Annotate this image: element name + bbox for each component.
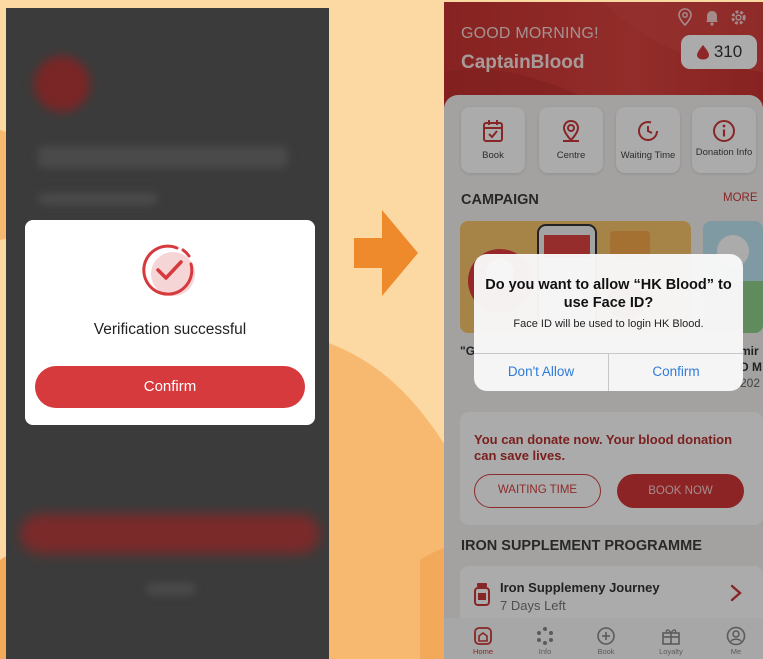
dont-allow-button[interactable]: Don't Allow [474, 353, 608, 391]
blurred-text [38, 193, 158, 205]
verification-message: Verification successful [93, 321, 247, 338]
arrow-right-icon [352, 210, 420, 301]
blurred-avatar [34, 56, 90, 112]
alert-confirm-button[interactable]: Confirm [609, 353, 743, 391]
face-id-permission-alert: Do you want to allow “HK Blood” to use F… [474, 254, 743, 391]
alert-title: Do you want to allow “HK Blood” to use F… [485, 277, 732, 311]
confirm-button[interactable]: Confirm [35, 366, 305, 408]
blurred-button [20, 514, 320, 554]
blurred-text [146, 583, 196, 595]
check-circle-icon [139, 240, 201, 302]
verification-dialog: Verification successful Confirm [25, 220, 315, 425]
alert-message: Face ID will be used to login HK Blood. [513, 318, 704, 330]
blurred-text [38, 146, 288, 168]
